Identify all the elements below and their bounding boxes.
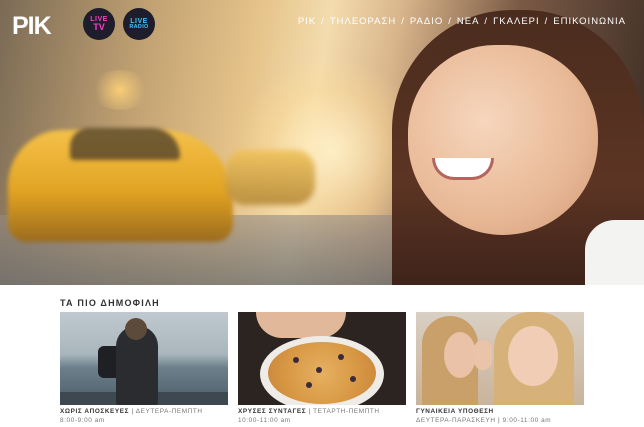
nav-item-radio[interactable]: ΡΑΔΙΟ [410, 16, 443, 27]
card-time: 8:00-9:00 am [60, 416, 105, 424]
live-radio-button[interactable]: LIVE RADIO [123, 8, 155, 40]
site-logo[interactable]: ΡΙΚ [12, 12, 52, 41]
popular-card-womens-affair[interactable]: ΓΥΝΑΙΚΕΙΑ ΥΠΟΘΕΣΗ ΔΕΥΤΕΡΑ-ΠΑΡΑΣΚΕΥΗ | 9:… [416, 312, 584, 425]
hero-taxi-window [70, 128, 180, 160]
thumb-head [125, 318, 147, 340]
pipe-separator: | [131, 408, 134, 415]
card-thumbnail[interactable] [416, 312, 584, 405]
nav-item-television[interactable]: ΤΗΛΕΟΡΑΣΗ [330, 16, 396, 27]
card-meta: ΧΩΡΙΣ ΑΠΟΣΚΕΥΕΣ | ΔΕΥΤΕΡΑ-ΠΕΜΠΤΗ 8:00-9:… [60, 408, 228, 425]
popular-card-no-luggage[interactable]: ΧΩΡΙΣ ΑΠΟΣΚΕΥΕΣ | ΔΕΥΤΕΡΑ-ΠΕΜΠΤΗ 8:00-9:… [60, 312, 228, 425]
hero-woman-shoulder [585, 220, 644, 285]
card-thumbnail[interactable] [238, 312, 406, 405]
hero-woman-face [408, 45, 598, 235]
card-days: ΔΕΥΤΕΡΑ-ΠΕΜΠΤΗ [135, 408, 203, 415]
live-tv-button[interactable]: LIVE TV [83, 8, 115, 40]
nav-separator: / [321, 16, 325, 27]
card-time: 10:00-11:00 am [238, 416, 291, 424]
thumb-olive [338, 354, 344, 360]
thumb-face [444, 332, 476, 378]
thumb-face [508, 326, 558, 386]
nav-item-news[interactable]: ΝΕΑ [457, 16, 480, 27]
thumb-hand [474, 340, 492, 370]
hero-banner [0, 0, 644, 285]
live-tv-line2: TV [93, 22, 105, 32]
thumb-olive [306, 382, 312, 388]
thumb-pizza [268, 342, 376, 404]
nav-item-contact[interactable]: ΕΠΙΚΟΙΝΩΝΙΑ [553, 16, 626, 27]
card-days: ΔΕΥΤΕΡΑ-ΠΑΡΑΣΚΕΥΗ [416, 416, 496, 424]
pipe-separator: | [498, 416, 501, 424]
thumb-olive [316, 367, 322, 373]
hero-taxi [225, 150, 315, 205]
card-meta: ΓΥΝΑΙΚΕΙΑ ΥΠΟΘΕΣΗ ΔΕΥΤΕΡΑ-ΠΑΡΑΣΚΕΥΗ | 9:… [416, 408, 584, 425]
card-time: 9:00-11:00 am [502, 416, 552, 424]
main-nav: ΡΙΚ / ΤΗΛΕΟΡΑΣΗ / ΡΑΔΙΟ / ΝΕΑ / ΓΚΑΛΕΡΙ … [298, 16, 626, 27]
popular-section-title: ΤΑ ΠΙΟ ΔΗΜΟΦΙΛΗ [60, 298, 160, 308]
nav-separator: / [448, 16, 452, 27]
card-title: ΓΥΝΑΙΚΕΙΑ ΥΠΟΘΕΣΗ [416, 408, 494, 415]
card-thumbnail[interactable] [60, 312, 228, 405]
nav-item-rik[interactable]: ΡΙΚ [298, 16, 316, 27]
hero-light-glow [90, 70, 150, 110]
thumb-olive [350, 376, 356, 382]
card-meta: ΧΡΥΣΕΣ ΣΥΝΤΑΓΕΣ | ΤΕΤΑΡΤΗ-ΠΕΜΠΤΗ 10:00-1… [238, 408, 406, 425]
card-title: ΧΩΡΙΣ ΑΠΟΣΚΕΥΕΣ [60, 408, 130, 415]
nav-item-gallery[interactable]: ΓΚΑΛΕΡΙ [493, 16, 540, 27]
pipe-separator: | [308, 408, 311, 415]
card-title: ΧΡΥΣΕΣ ΣΥΝΤΑΓΕΣ [238, 408, 307, 415]
thumb-hand [256, 312, 346, 338]
nav-separator: / [484, 16, 489, 27]
live-radio-line2: RADIO [129, 23, 149, 30]
nav-separator: / [401, 16, 405, 27]
popular-card-golden-recipes[interactable]: ΧΡΥΣΕΣ ΣΥΝΤΑΓΕΣ | ΤΕΤΑΡΤΗ-ΠΕΜΠΤΗ 10:00-1… [238, 312, 406, 425]
thumb-olive [293, 357, 299, 363]
card-days: ΤΕΤΑΡΤΗ-ΠΕΜΠΤΗ [313, 408, 380, 415]
nav-separator: / [544, 16, 549, 27]
